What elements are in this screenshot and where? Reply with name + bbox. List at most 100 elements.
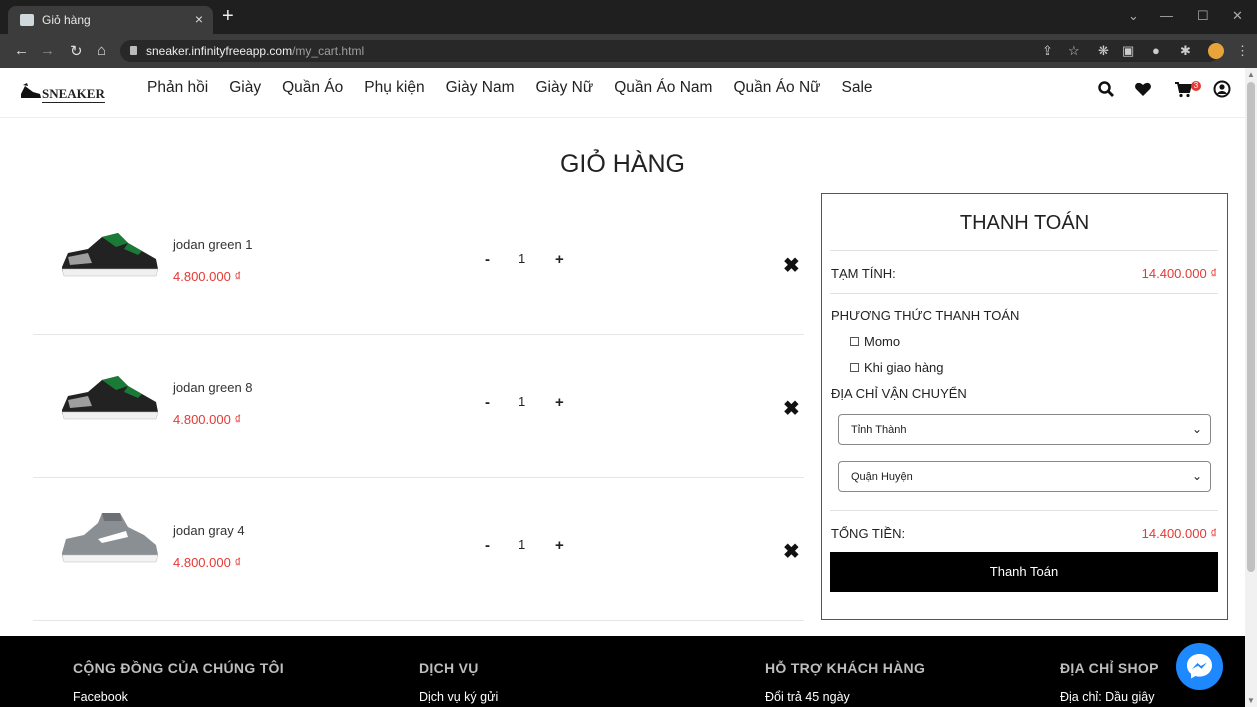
tab-search-icon[interactable]: ⌄ [1128,8,1139,24]
heart-icon[interactable] [1134,80,1152,98]
sneaker-logo-icon [21,83,41,98]
close-tab-icon[interactable]: × [195,11,203,27]
scrollbar-thumb[interactable] [1247,82,1255,572]
increase-quantity-button[interactable]: + [555,394,564,411]
product-name[interactable]: jodan green 1 [173,237,253,252]
search-icon[interactable] [1097,80,1115,98]
nav-item-sale[interactable]: Sale [842,79,873,96]
quantity-stepper: - 1 + [481,394,571,416]
payment-option-momo[interactable]: Momo [850,334,900,349]
checkout-button[interactable]: Thanh Toán [830,552,1218,592]
divider [830,250,1218,251]
total-value: 14.400.000 ₫ [1141,526,1217,541]
product-name[interactable]: jodan green 8 [173,380,253,395]
cart-item: jodan green 1 4.800.000 ₫ - 1 + ✖ [33,193,804,335]
extension-icon[interactable]: ❋ [1098,43,1109,59]
nav-item-clothes[interactable]: Quần Áo [282,79,343,96]
footer-heading-services: DỊCH VỤ [419,660,479,676]
browser-tab-title: Giỏ hàng [42,13,91,27]
total-label: TỔNG TIỀN: [831,526,906,541]
decrease-quantity-button[interactable]: - [485,537,490,554]
messenger-icon [1187,654,1212,679]
checkbox[interactable] [850,363,859,372]
product-image[interactable] [58,223,160,283]
divider [830,510,1218,511]
product-price: 4.800.000 ₫ [173,269,242,284]
footer-link-facebook[interactable]: Facebook [73,690,128,704]
product-name[interactable]: jodan gray 4 [173,523,245,538]
logo-text: SNEAKER [42,86,105,103]
nav-item-women-clothes[interactable]: Quần Áo Nữ [733,79,820,96]
minimize-icon[interactable]: — [1160,8,1173,23]
browser-menu-icon[interactable]: ⋮ [1236,43,1249,59]
nav-item-shoes[interactable]: Giày [229,79,261,96]
cart-icon[interactable] [1174,80,1192,98]
subtotal-value: 14.400.000 ₫ [1141,266,1217,281]
checkbox[interactable] [850,337,859,346]
nav-item-feedback[interactable]: Phản hồi [147,79,208,96]
district-select[interactable]: Quận Huyện ⌄ [838,461,1211,492]
main-nav: Phản hồi Giày Quần Áo Phụ kiện Giày Nam Giày … [147,79,894,97]
quantity-value[interactable]: 1 [518,251,525,266]
decrease-quantity-button[interactable]: - [485,251,490,268]
nav-item-accessories[interactable]: Phụ kiện [364,79,424,96]
site-favicon-icon [20,14,34,26]
decrease-quantity-button[interactable]: - [485,394,490,411]
browser-tab-bar: Giỏ hàng × + ⌄ — ☐ ✕ [0,0,1257,34]
footer-link-consignment[interactable]: Dịch vụ ký gửi [419,690,498,704]
user-account-icon[interactable] [1213,80,1231,98]
increase-quantity-button[interactable]: + [555,251,564,268]
divider [830,293,1218,294]
home-icon[interactable]: ⌂ [97,42,106,59]
browser-address-bar: ← → ↻ ⌂ sneaker.infinityfreeapp.com/my_c… [0,34,1257,68]
shipping-address-label: ĐỊA CHỈ VẬN CHUYỂN [831,386,967,401]
scroll-down-icon[interactable]: ▼ [1247,696,1255,705]
nav-item-men-clothes[interactable]: Quần Áo Nam [614,79,712,96]
page-title: GIỎ HÀNG [559,150,685,178]
reload-icon[interactable]: ↻ [70,42,83,60]
footer-link-returns[interactable]: Đổi trả 45 ngày [765,690,850,704]
quantity-stepper: - 1 + [481,251,571,273]
cart-item: jodan gray 4 4.800.000 ₫ - 1 + ✖ [33,479,804,621]
lock-icon [130,46,137,55]
footer-heading-community: CỘNG ĐỒNG CỦA CHÚNG TÔI [73,660,284,676]
close-window-icon[interactable]: ✕ [1232,8,1243,24]
browser-tab[interactable]: Giỏ hàng × [8,6,213,34]
extension-icon[interactable]: ▣ [1122,43,1134,59]
province-select[interactable]: Tỉnh Thành ⌄ [838,414,1211,445]
increase-quantity-button[interactable]: + [555,537,564,554]
payment-option-cod[interactable]: Khi giao hàng [850,360,944,375]
scroll-up-icon[interactable]: ▲ [1247,70,1255,79]
footer-heading-support: HỖ TRỢ KHÁCH HÀNG [765,660,926,676]
nav-item-men-shoes[interactable]: Giày Nam [446,79,515,96]
checkout-panel: THANH TOÁN TẠM TÍNH: 14.400.000 ₫ PHƯƠNG… [821,193,1228,620]
checkout-title: THANH TOÁN [959,212,1090,234]
new-tab-icon[interactable]: + [222,5,234,28]
nav-item-women-shoes[interactable]: Giày Nữ [536,79,594,96]
maximize-icon[interactable]: ☐ [1197,8,1209,24]
cart-item: jodan green 8 4.800.000 ₫ - 1 + ✖ [33,336,804,478]
bookmark-star-icon[interactable]: ☆ [1068,43,1080,59]
footer-heading-address: ĐỊA CHỈ SHOP [1060,660,1159,676]
site-footer: CỘNG ĐỒNG CỦA CHÚNG TÔI Facebook DỊCH VỤ… [0,636,1245,707]
site-header: SNEAKER Phản hồi Giày Quần Áo Phụ kiện Giày … [0,68,1245,118]
puzzle-icon[interactable]: ✱ [1180,43,1191,59]
chevron-down-icon: ⌄ [1191,469,1202,483]
share-icon[interactable]: ⇪ [1042,43,1053,59]
product-price: 4.800.000 ₫ [173,412,242,427]
extension-icon[interactable]: ● [1152,43,1160,58]
chevron-down-icon: ⌄ [1191,422,1202,436]
remove-item-icon[interactable]: ✖ [783,539,800,564]
product-image[interactable] [58,366,160,426]
remove-item-icon[interactable]: ✖ [783,396,800,421]
quantity-value[interactable]: 1 [518,537,525,552]
messenger-chat-button[interactable] [1176,643,1223,690]
profile-avatar[interactable] [1208,43,1224,59]
quantity-value[interactable]: 1 [518,394,525,409]
back-icon[interactable]: ← [14,42,29,59]
remove-item-icon[interactable]: ✖ [783,253,800,278]
url-text[interactable]: sneaker.infinityfreeapp.com/my_cart.html [146,44,364,58]
site-logo[interactable]: SNEAKER [20,82,120,104]
product-image[interactable] [58,509,160,569]
forward-icon[interactable]: → [40,42,55,59]
